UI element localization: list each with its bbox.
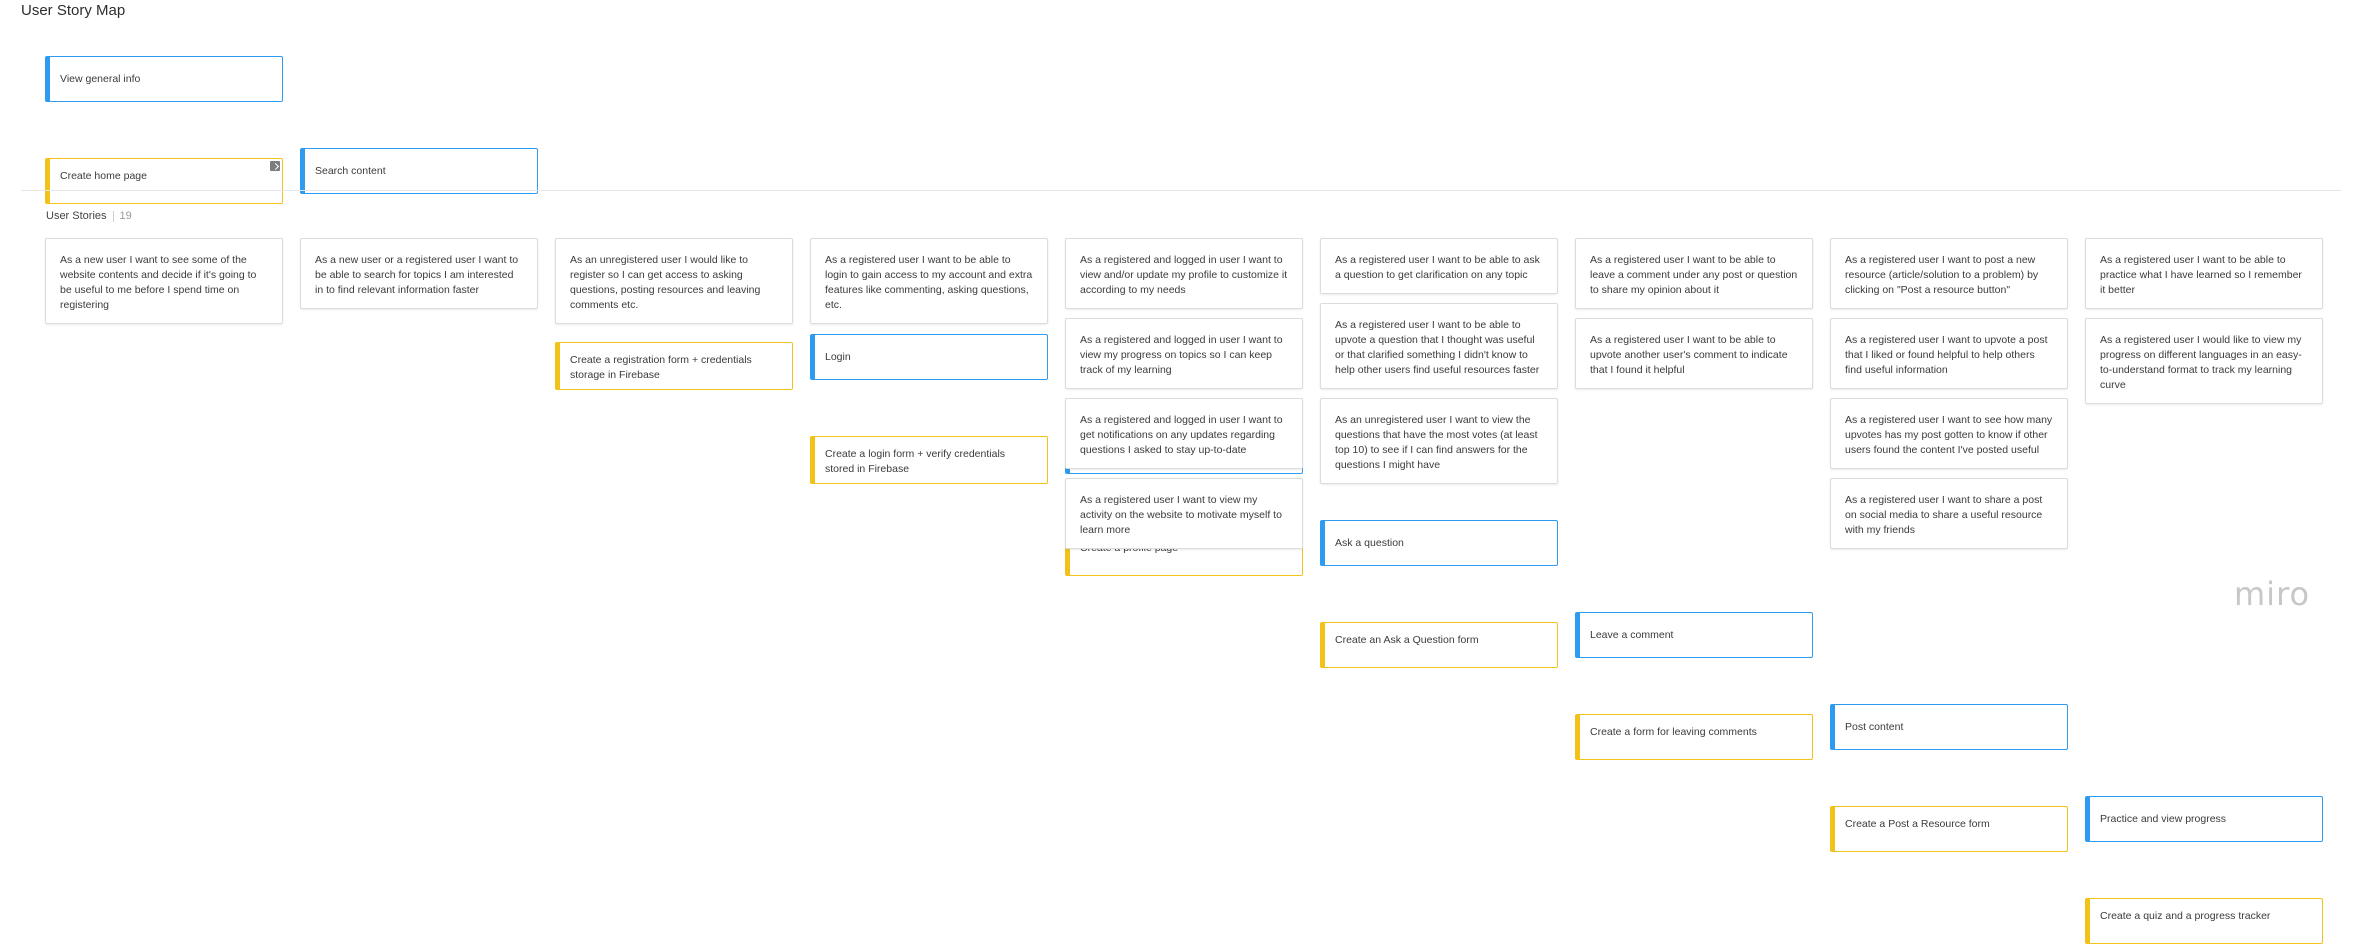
story-column: As a registered user I want to be able t… xyxy=(2085,238,2323,413)
task-card[interactable]: Create a Post a Resource form xyxy=(1830,806,2068,852)
task-card[interactable]: Create home page xyxy=(45,158,283,204)
task-label: Create home page xyxy=(60,170,147,182)
user-story-card[interactable]: As an unregistered user I want to view t… xyxy=(1320,398,1558,484)
activity-card[interactable]: View general info xyxy=(45,56,283,102)
user-story-card[interactable]: As a new user I want to see some of the … xyxy=(45,238,283,324)
user-story-card[interactable]: As a registered user I would like to vie… xyxy=(2085,318,2323,404)
user-story-card[interactable]: As a registered user I want to share a p… xyxy=(1830,478,2068,549)
task-card[interactable]: Create a quiz and a progress tracker xyxy=(2085,898,2323,944)
task-label: Create a form for leaving comments xyxy=(1590,726,1757,738)
task-card[interactable]: Create a login form + verify credentials… xyxy=(810,436,1048,484)
section-label: User Stories xyxy=(46,210,107,222)
task-label: Create a quiz and a progress tracker xyxy=(2100,910,2271,922)
activity-label: View general info xyxy=(60,72,141,85)
user-story-card[interactable]: As a registered user I want to be able t… xyxy=(1320,303,1558,389)
expand-icon[interactable] xyxy=(270,161,280,171)
user-story-card[interactable]: As a registered user I want to be able t… xyxy=(1575,238,1813,309)
task-label: Create a login form + verify credentials… xyxy=(825,448,1006,475)
story-column: As a new user or a registered user I wan… xyxy=(300,238,538,318)
board-title: User Story Map xyxy=(21,2,126,19)
activity-card[interactable]: Leave a comment xyxy=(1575,612,1813,658)
user-story-card[interactable]: As a registered user I want to be able t… xyxy=(1575,318,1813,389)
story-column: As a new user I want to see some of the … xyxy=(45,238,283,333)
activity-card[interactable]: Login xyxy=(810,334,1048,380)
activity-card[interactable]: Practice and view progress xyxy=(2085,796,2323,842)
story-map-columns: View general info Create home page As a ne… xyxy=(0,0,2364,944)
activity-label: Login xyxy=(825,350,851,363)
user-story-card[interactable]: As a registered user I want to upvote a … xyxy=(1830,318,2068,389)
activity-label: Post content xyxy=(1845,720,1904,733)
user-story-card[interactable]: As a registered user I want to view my a… xyxy=(1065,478,1303,549)
activity-label: Search content xyxy=(315,164,386,177)
story-column: As an unregistered user I would like to … xyxy=(555,238,793,333)
user-story-card[interactable]: As a new user or a registered user I wan… xyxy=(300,238,538,309)
user-story-card[interactable]: As a registered and logged in user I wan… xyxy=(1065,318,1303,389)
user-story-card[interactable]: As a registered user I want to post a ne… xyxy=(1830,238,2068,309)
task-card[interactable]: Create a form for leaving comments xyxy=(1575,714,1813,760)
task-label: Create a Post a Resource form xyxy=(1845,818,1990,830)
activity-label: Leave a comment xyxy=(1590,628,1674,641)
user-story-card[interactable]: As a registered user I want to be able t… xyxy=(2085,238,2323,309)
task-card[interactable]: Create an Ask a Question form xyxy=(1320,622,1558,668)
story-column: As a registered user I want to be able t… xyxy=(1320,238,1558,493)
activity-label: Practice and view progress xyxy=(2100,812,2227,825)
story-column: As a registered and logged in user I wan… xyxy=(1065,238,1303,558)
activity-card[interactable]: Search content xyxy=(300,148,538,194)
user-story-card[interactable]: As a registered user I want to be able t… xyxy=(1320,238,1558,294)
section-divider xyxy=(21,190,2341,191)
activity-card[interactable]: Post content xyxy=(1830,704,2068,750)
user-story-card[interactable]: As a registered and logged in user I wan… xyxy=(1065,398,1303,469)
task-label: Create an Ask a Question form xyxy=(1335,634,1479,646)
user-stories-section-header: User Stories 19 xyxy=(46,210,132,222)
story-column: As a registered user I want to be able t… xyxy=(1575,238,1813,398)
activity-card[interactable]: Ask a question xyxy=(1320,520,1558,566)
user-story-card[interactable]: As a registered and logged in user I wan… xyxy=(1065,238,1303,309)
section-count: 19 xyxy=(119,210,132,222)
user-story-card[interactable]: As a registered user I want to be able t… xyxy=(810,238,1048,324)
story-column: As a registered user I want to post a ne… xyxy=(1830,238,2068,558)
user-story-card[interactable]: As an unregistered user I would like to … xyxy=(555,238,793,324)
miro-logo: miro xyxy=(2234,575,2311,613)
task-label: Create a registration form + credentials… xyxy=(570,354,752,381)
story-map-board: User Story Map View general info Create h… xyxy=(0,0,2364,944)
activity-label: Ask a question xyxy=(1335,536,1404,549)
user-story-card[interactable]: As a registered user I want to see how m… xyxy=(1830,398,2068,469)
story-column: As a registered user I want to be able t… xyxy=(810,238,1048,333)
task-card[interactable]: Create a registration form + credentials… xyxy=(555,342,793,390)
section-separator xyxy=(112,210,114,222)
